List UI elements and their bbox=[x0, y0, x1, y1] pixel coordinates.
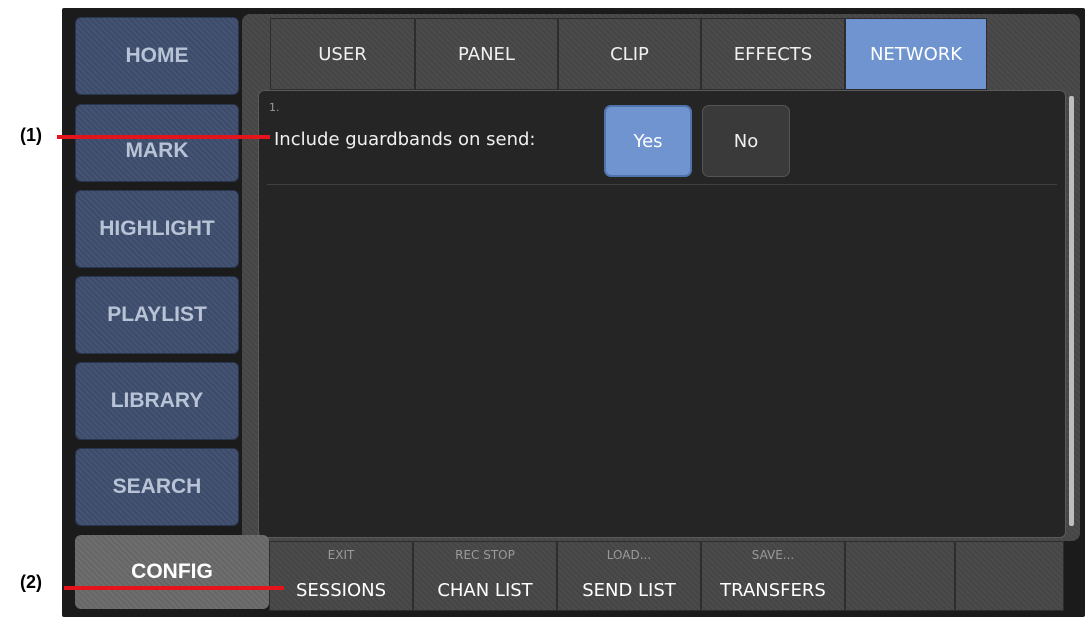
nav-playlist-label: PLAYLIST bbox=[107, 303, 207, 326]
transfers-sublabel: SAVE... bbox=[751, 548, 795, 562]
guardbands-no-button[interactable]: No bbox=[702, 105, 790, 177]
callout-2-line bbox=[64, 586, 284, 590]
tab-panel-label: PANEL bbox=[458, 43, 515, 65]
chan-list-button[interactable]: REC STOP CHAN LIST bbox=[413, 541, 557, 611]
nav-home-button[interactable]: HOME bbox=[75, 17, 239, 95]
soft-button-6[interactable] bbox=[955, 541, 1064, 611]
chan-list-sublabel: REC STOP bbox=[455, 548, 515, 562]
transfers-label: TRANSFERS bbox=[720, 580, 826, 601]
callout-1-line bbox=[57, 135, 270, 139]
nav-home-label: HOME bbox=[125, 44, 189, 67]
tab-effects[interactable]: EFFECTS bbox=[701, 18, 845, 90]
sessions-button[interactable]: EXIT SESSIONS bbox=[269, 541, 413, 611]
chan-list-label: CHAN LIST bbox=[437, 580, 533, 601]
tab-network[interactable]: NETWORK bbox=[845, 18, 987, 90]
tab-clip[interactable]: CLIP bbox=[558, 18, 701, 90]
no-label: No bbox=[733, 130, 759, 152]
send-list-sublabel: LOAD... bbox=[606, 548, 652, 562]
sessions-label: SESSIONS bbox=[295, 580, 387, 601]
guardbands-yes-button[interactable]: Yes bbox=[604, 105, 692, 177]
nav-playlist-button[interactable]: PLAYLIST bbox=[75, 276, 239, 354]
content-scrollbar[interactable] bbox=[1069, 96, 1074, 526]
callout-1-label: (1) bbox=[20, 125, 42, 145]
transfers-button[interactable]: SAVE... TRANSFERS bbox=[701, 541, 845, 611]
sessions-sublabel: EXIT bbox=[327, 548, 355, 562]
config-button[interactable]: CONFIG bbox=[75, 535, 269, 609]
guardbands-label: Include guardbands on send: bbox=[274, 129, 536, 150]
nav-search-label: SEARCH bbox=[112, 475, 202, 498]
nav-search-button[interactable]: SEARCH bbox=[75, 448, 239, 526]
row-divider bbox=[267, 184, 1057, 185]
callout-2-label: (2) bbox=[20, 572, 42, 592]
soft-button-5[interactable] bbox=[845, 541, 955, 611]
tab-user-label: USER bbox=[318, 43, 367, 65]
config-label: CONFIG bbox=[131, 560, 213, 583]
settings-content: 1. Include guardbands on send: Yes No bbox=[258, 90, 1066, 538]
tab-panel[interactable]: PANEL bbox=[415, 18, 558, 90]
nav-highlight-button[interactable]: HIGHLIGHT bbox=[75, 190, 239, 268]
nav-mark-button[interactable]: MARK bbox=[75, 104, 239, 182]
tab-clip-label: CLIP bbox=[610, 43, 649, 65]
yes-label: Yes bbox=[633, 130, 663, 152]
nav-library-button[interactable]: LIBRARY bbox=[75, 362, 239, 440]
tab-network-label: NETWORK bbox=[869, 43, 963, 65]
tab-user[interactable]: USER bbox=[270, 18, 415, 90]
nav-library-label: LIBRARY bbox=[110, 389, 204, 412]
setting-number: 1. bbox=[269, 101, 280, 114]
nav-highlight-label: HIGHLIGHT bbox=[99, 217, 215, 240]
tab-effects-label: EFFECTS bbox=[733, 43, 813, 65]
send-list-label: SEND LIST bbox=[582, 580, 676, 601]
nav-mark-label: MARK bbox=[125, 139, 189, 162]
send-list-button[interactable]: LOAD... SEND LIST bbox=[557, 541, 701, 611]
